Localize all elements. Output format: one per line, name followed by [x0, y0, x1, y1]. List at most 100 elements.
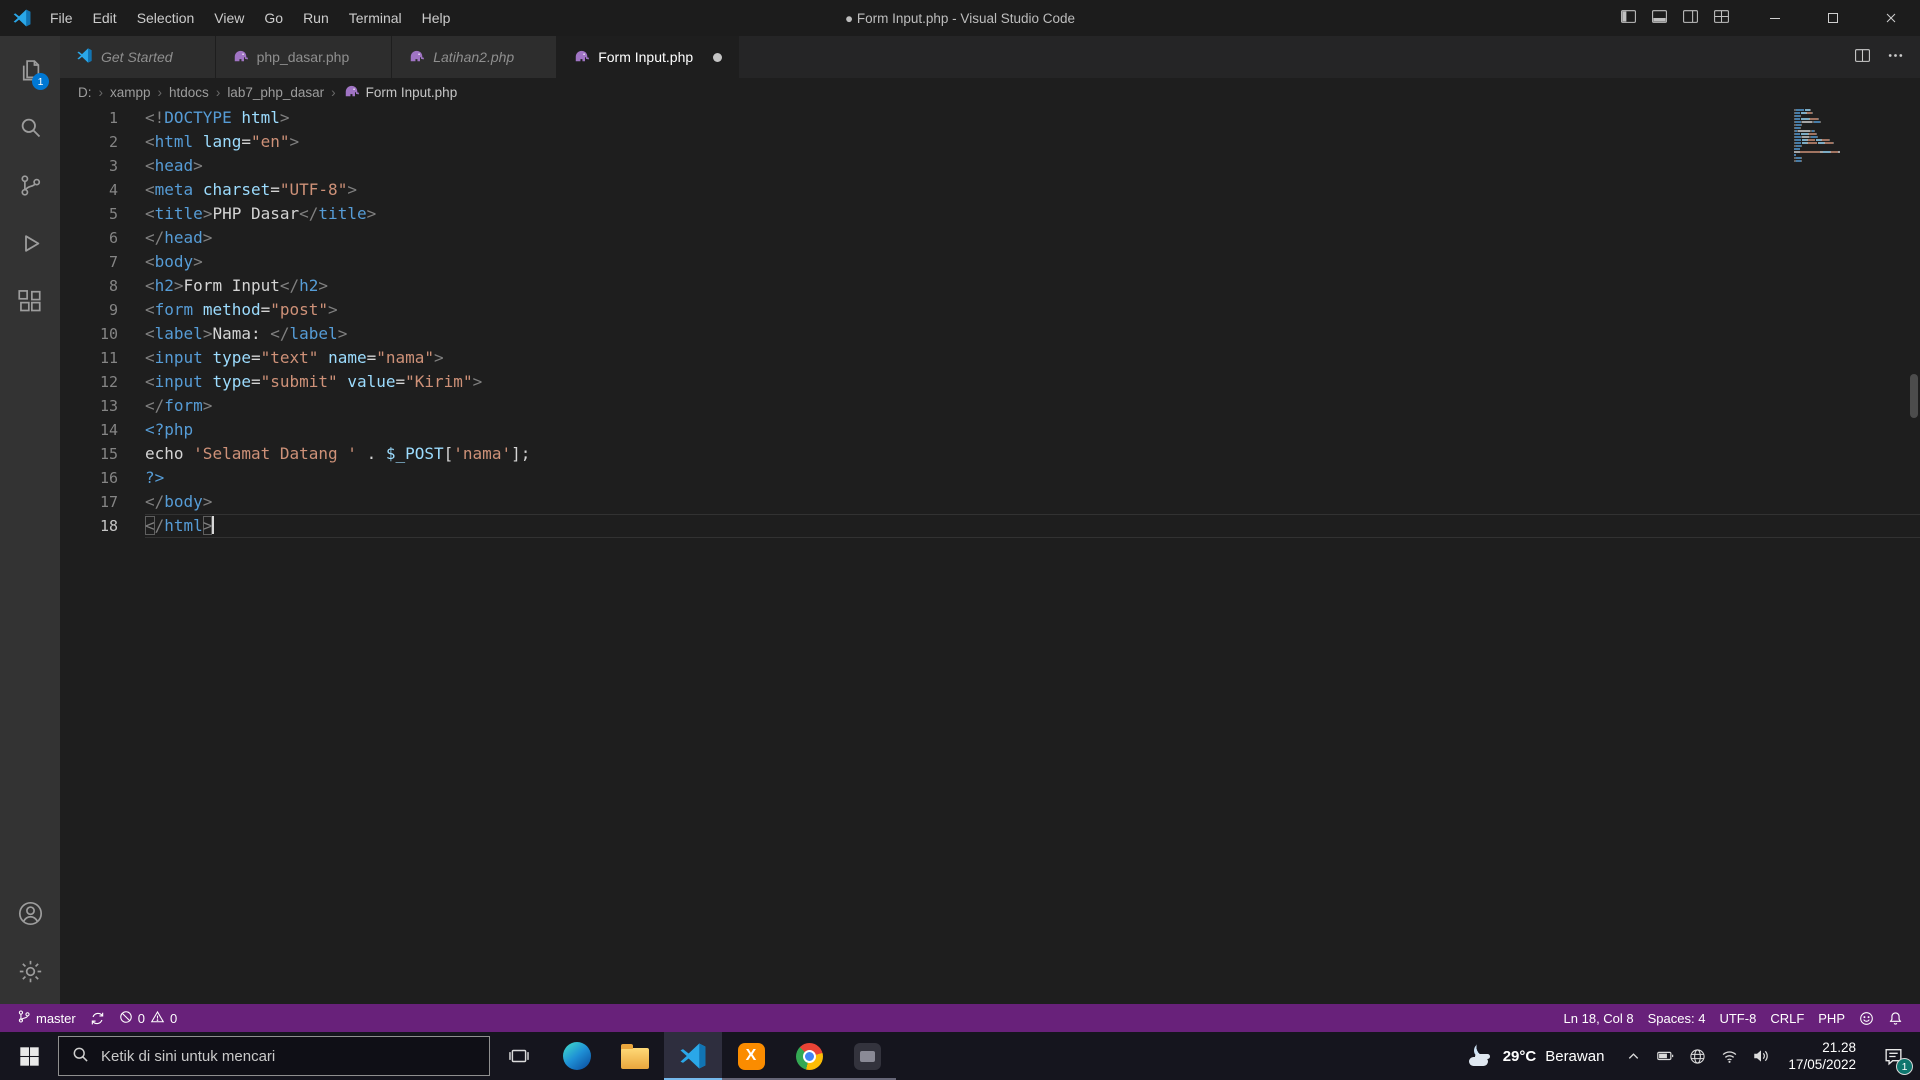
- notifications-bell-icon[interactable]: [1881, 1004, 1910, 1032]
- sync-button[interactable]: [83, 1004, 112, 1032]
- line-number[interactable]: 15: [60, 442, 145, 466]
- line-number[interactable]: 18: [60, 514, 145, 538]
- breadcrumb-file[interactable]: Form Input.php: [343, 82, 457, 102]
- hidden-icons-chevron[interactable]: [1618, 1032, 1648, 1080]
- line-number[interactable]: 13: [60, 394, 145, 418]
- menu-run[interactable]: Run: [293, 0, 339, 36]
- app-dark-taskbar-icon[interactable]: [838, 1032, 896, 1080]
- scrollbar-thumb[interactable]: [1910, 374, 1918, 418]
- code-line[interactable]: 13 </form>: [60, 394, 1920, 418]
- breadcrumb-segment[interactable]: xampp: [110, 85, 151, 100]
- code-line[interactable]: 12 <input type="submit" value="Kirim">: [60, 370, 1920, 394]
- line-number[interactable]: 16: [60, 466, 145, 490]
- clock[interactable]: 21.28 17/05/2022: [1778, 1039, 1866, 1073]
- menu-file[interactable]: File: [40, 0, 83, 36]
- line-number[interactable]: 1: [60, 106, 145, 130]
- line-number[interactable]: 17: [60, 490, 145, 514]
- line-number[interactable]: 7: [60, 250, 145, 274]
- activity-explorer-icon[interactable]: 1: [0, 40, 60, 98]
- line-number[interactable]: 3: [60, 154, 145, 178]
- start-button[interactable]: [0, 1032, 58, 1080]
- chrome-taskbar-icon[interactable]: [780, 1032, 838, 1080]
- toggle-secondary-sidebar-icon[interactable]: [1682, 8, 1699, 28]
- action-center-button[interactable]: 1: [1868, 1032, 1918, 1080]
- code-line[interactable]: 9 <form method="post">: [60, 298, 1920, 322]
- code-line[interactable]: 8 <h2>Form Input</h2>: [60, 274, 1920, 298]
- code-line[interactable]: 3 <head>: [60, 154, 1920, 178]
- code-line[interactable]: 10 <label>Nama: </label>: [60, 322, 1920, 346]
- code-line[interactable]: 14 <?php: [60, 418, 1920, 442]
- menu-view[interactable]: View: [204, 0, 254, 36]
- line-number[interactable]: 14: [60, 418, 145, 442]
- activity-settings-icon[interactable]: [0, 942, 60, 1000]
- code-line[interactable]: 16 ?>: [60, 466, 1920, 490]
- xampp-taskbar-icon[interactable]: X: [722, 1032, 780, 1080]
- line-number[interactable]: 9: [60, 298, 145, 322]
- menu-go[interactable]: Go: [254, 0, 293, 36]
- menu-terminal[interactable]: Terminal: [339, 0, 412, 36]
- code-line[interactable]: 4 <meta charset="UTF-8">: [60, 178, 1920, 202]
- activity-run-debug-icon[interactable]: [0, 214, 60, 272]
- code-line[interactable]: 6 </head>: [60, 226, 1920, 250]
- cursor-position[interactable]: Ln 18, Col 8: [1557, 1004, 1641, 1032]
- vscode-taskbar-icon[interactable]: [664, 1032, 722, 1080]
- menu-edit[interactable]: Edit: [83, 0, 127, 36]
- close-button[interactable]: [1862, 0, 1920, 36]
- task-view-button[interactable]: [490, 1032, 548, 1080]
- more-actions-icon[interactable]: [1887, 47, 1904, 67]
- wifi-icon[interactable]: [1714, 1032, 1744, 1080]
- breadcrumb-segment[interactable]: htdocs: [169, 85, 209, 100]
- customize-layout-icon[interactable]: [1713, 8, 1730, 28]
- code-line[interactable]: 2 <html lang="en">: [60, 130, 1920, 154]
- code-line[interactable]: 1 <!DOCTYPE html>: [60, 106, 1920, 130]
- line-number[interactable]: 8: [60, 274, 145, 298]
- line-number[interactable]: 5: [60, 202, 145, 226]
- line-number[interactable]: 12: [60, 370, 145, 394]
- feedback-icon[interactable]: [1852, 1004, 1881, 1032]
- network-globe-icon[interactable]: [1682, 1032, 1712, 1080]
- taskbar-search-input[interactable]: Ketik di sini untuk mencari: [58, 1036, 490, 1076]
- line-number[interactable]: 4: [60, 178, 145, 202]
- minimap[interactable]: [1794, 109, 1906, 163]
- weather-widget[interactable]: 29°C Berawan: [1456, 1032, 1617, 1080]
- activity-extensions-icon[interactable]: [0, 272, 60, 330]
- maximize-button[interactable]: [1804, 0, 1862, 36]
- activity-account-icon[interactable]: [0, 884, 60, 942]
- code-line[interactable]: 5 <title>PHP Dasar</title>: [60, 202, 1920, 226]
- tab-latihan2-php[interactable]: Latihan2.php: [392, 36, 558, 78]
- line-number[interactable]: 10: [60, 322, 145, 346]
- eol[interactable]: CRLF: [1763, 1004, 1811, 1032]
- split-editor-icon[interactable]: [1854, 47, 1871, 67]
- code-line[interactable]: 17 </body>: [60, 490, 1920, 514]
- indentation[interactable]: Spaces: 4: [1641, 1004, 1713, 1032]
- battery-icon[interactable]: [1650, 1032, 1680, 1080]
- line-number[interactable]: 6: [60, 226, 145, 250]
- code-line[interactable]: 7 <body>: [60, 250, 1920, 274]
- minimize-button[interactable]: [1746, 0, 1804, 36]
- file-explorer-taskbar-icon[interactable]: [606, 1032, 664, 1080]
- editor[interactable]: 1 <!DOCTYPE html> 2 <html lang="en"> 3 <head>…: [60, 106, 1920, 1004]
- encoding[interactable]: UTF-8: [1712, 1004, 1763, 1032]
- toggle-sidebar-icon[interactable]: [1620, 8, 1637, 28]
- line-number[interactable]: 11: [60, 346, 145, 370]
- activity-source-control-icon[interactable]: [0, 156, 60, 214]
- activity-search-icon[interactable]: [0, 98, 60, 156]
- tab-form-input-php[interactable]: Form Input.php: [557, 36, 740, 78]
- unsaved-dot[interactable]: [713, 52, 723, 62]
- code-line[interactable]: 15 echo 'Selamat Datang ' . $_POST['nama'…: [60, 442, 1920, 466]
- problems-indicator[interactable]: 0 0: [112, 1004, 184, 1032]
- edge-taskbar-icon[interactable]: [548, 1032, 606, 1080]
- menu-help[interactable]: Help: [412, 0, 461, 36]
- tab-get-started[interactable]: Get Started: [60, 36, 216, 78]
- breadcrumb-segment[interactable]: D:: [78, 85, 92, 100]
- code-line[interactable]: 11 <input type="text" name="nama">: [60, 346, 1920, 370]
- breadcrumb-segment[interactable]: lab7_php_dasar: [227, 85, 324, 100]
- git-branch[interactable]: master: [10, 1004, 83, 1032]
- volume-icon[interactable]: [1746, 1032, 1776, 1080]
- tab-php-dasar-php[interactable]: php_dasar.php: [215, 36, 393, 78]
- menu-selection[interactable]: Selection: [127, 0, 205, 36]
- code-line[interactable]: 18 </html>: [60, 514, 1920, 538]
- language-mode[interactable]: PHP: [1811, 1004, 1852, 1032]
- toggle-panel-icon[interactable]: [1651, 8, 1668, 28]
- line-number[interactable]: 2: [60, 130, 145, 154]
